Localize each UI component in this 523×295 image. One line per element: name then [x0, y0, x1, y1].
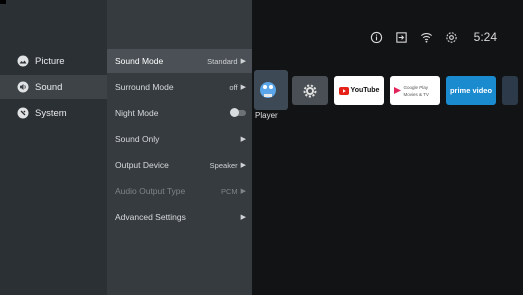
- prime-video-app-tile[interactable]: prime video: [446, 76, 496, 105]
- menu-label: Advanced Settings: [115, 212, 186, 222]
- menu-surround-mode[interactable]: Surround Mode off ▶: [107, 75, 252, 99]
- chevron-right-icon: ▶: [240, 214, 246, 221]
- sound-icon: [17, 81, 29, 93]
- menu-value: Standard: [207, 56, 238, 66]
- youtube-app-tile[interactable]: YouTube: [334, 76, 384, 105]
- youtube-label: YouTube: [350, 87, 380, 94]
- category-label: System: [35, 107, 67, 119]
- player-icon: [260, 82, 276, 98]
- menu-value: PCM: [220, 186, 238, 196]
- chevron-right-icon: ▶: [240, 188, 246, 195]
- google-play-movies-app-tile[interactable]: Google Play Movies & TV: [390, 76, 440, 105]
- google-play-movies-label: Google Play Movies & TV: [403, 84, 429, 97]
- menu-label: Output Device: [115, 160, 169, 170]
- picture-icon: [17, 55, 29, 67]
- settings-app-tile[interactable]: [292, 76, 328, 105]
- info-icon[interactable]: [370, 31, 383, 44]
- menu-value: off: [229, 82, 238, 92]
- system-icon: [17, 107, 29, 119]
- menu-label: Surround Mode: [115, 82, 174, 92]
- menu-night-mode[interactable]: Night Mode: [107, 101, 252, 125]
- menu-audio-output-type: Audio Output Type PCM ▶: [107, 179, 252, 203]
- category-picture[interactable]: Picture: [0, 49, 107, 73]
- partial-app-tile[interactable]: [502, 76, 518, 105]
- menu-advanced-settings[interactable]: Advanced Settings ▶: [107, 205, 252, 229]
- menu-label: Night Mode: [115, 108, 159, 118]
- clock: 5:24: [473, 30, 497, 44]
- category-sound[interactable]: Sound: [0, 75, 107, 99]
- app-row: YouTube Google Play Movies & TV prime vi…: [292, 76, 518, 105]
- settings-icon[interactable]: [445, 31, 458, 44]
- chevron-right-icon: ▶: [240, 58, 246, 65]
- category-system[interactable]: System: [0, 101, 107, 125]
- menu-value: Speaker: [209, 160, 238, 170]
- input-icon[interactable]: [395, 31, 408, 44]
- prime-video-label: prime video: [449, 86, 493, 95]
- gear-icon: [303, 84, 317, 97]
- menu-label: Sound Mode: [115, 56, 164, 66]
- status-bar: 5:24: [370, 30, 497, 44]
- sound-submenu: Sound Mode Standard ▶ Surround Mode off ▶ …: [107, 0, 252, 295]
- menu-sound-only[interactable]: Sound Only ▶: [107, 127, 252, 151]
- wifi-icon[interactable]: [420, 31, 433, 44]
- chevron-right-icon: ▶: [240, 162, 246, 169]
- menu-label: Audio Output Type: [115, 186, 186, 196]
- chevron-right-icon: ▶: [240, 84, 246, 91]
- player-label: Player: [255, 111, 278, 120]
- menu-sound-mode[interactable]: Sound Mode Standard ▶: [107, 49, 252, 73]
- night-mode-toggle[interactable]: [230, 108, 246, 117]
- menu-output-device[interactable]: Output Device Speaker ▶: [107, 153, 252, 177]
- menu-label: Sound Only: [115, 134, 160, 144]
- chevron-right-icon: ▶: [240, 136, 246, 143]
- settings-category-panel: Picture Sound System: [0, 0, 107, 295]
- corner-artifact: [0, 0, 6, 4]
- category-label: Picture: [35, 55, 65, 67]
- youtube-icon: [338, 86, 349, 95]
- category-label: Sound: [35, 81, 63, 93]
- google-play-movies-icon: [393, 87, 401, 94]
- player-app-tile[interactable]: [254, 70, 288, 110]
